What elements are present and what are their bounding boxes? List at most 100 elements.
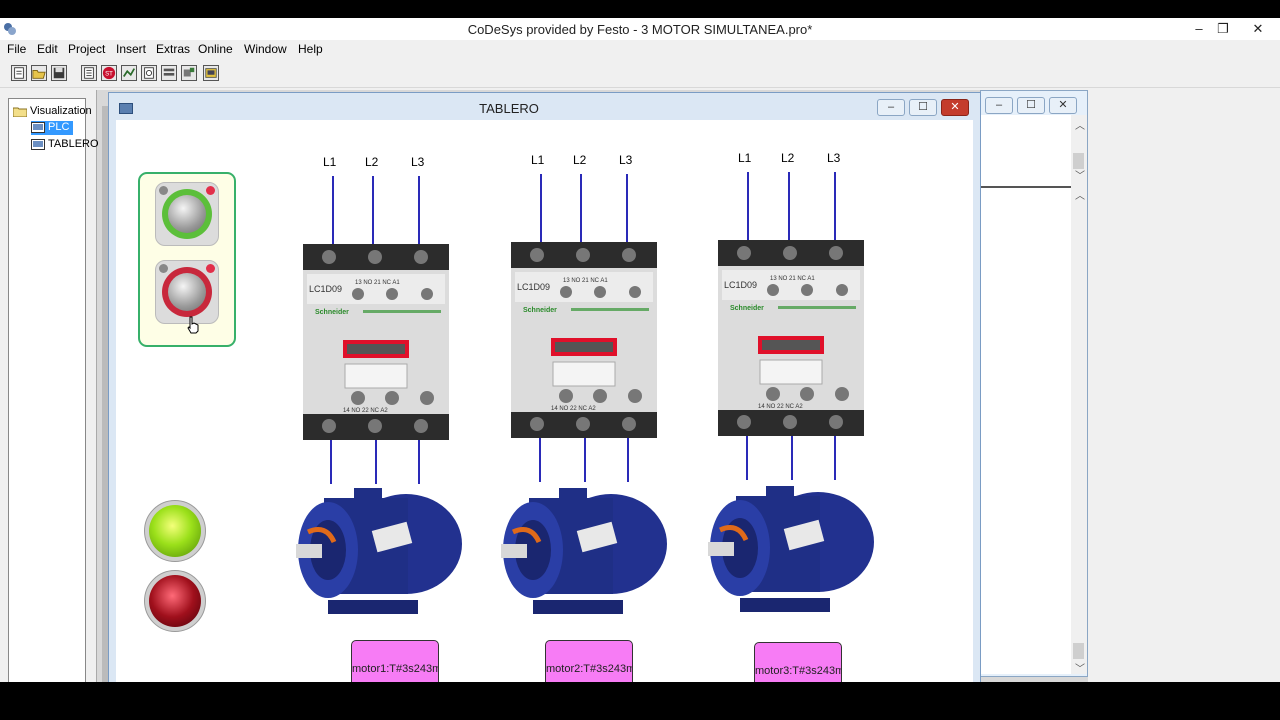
wire-l1 xyxy=(332,176,334,246)
taskbar-area xyxy=(0,682,1280,720)
tree-folder-visualization[interactable]: Visualization xyxy=(13,105,92,119)
menu-extras[interactable]: Extras xyxy=(156,42,190,56)
breakpoint-icon[interactable] xyxy=(161,65,177,81)
wire-t3 xyxy=(627,432,629,482)
save-icon[interactable] xyxy=(51,65,67,81)
wire-l1 xyxy=(747,172,749,242)
bgwin-vertical-scrollbar[interactable]: ︿ ﹀ ︿ ﹀ xyxy=(1071,115,1087,675)
terminal-labels-bottom: 14 NO 22 NC A2 xyxy=(551,406,596,412)
green-bulb xyxy=(149,505,201,557)
folder-icon xyxy=(13,107,27,117)
new-icon[interactable] xyxy=(11,65,27,81)
wire-t3 xyxy=(418,434,420,484)
codesys-app: CoDeSys provided by Festo - 3 MOTOR SIMU… xyxy=(0,18,1280,700)
title-bar: CoDeSys provided by Festo - 3 MOTOR SIMU… xyxy=(0,18,1280,40)
background-window: – ☐ ✕ ︿ ﹀ ︿ ﹀ xyxy=(980,90,1088,677)
svg-text:ST: ST xyxy=(105,71,113,78)
tablero-minimize-button[interactable]: – xyxy=(877,99,905,116)
contactor-1: LC1D09 13 NO 21 NC A1 Schneider 14 NO 22… xyxy=(303,244,449,440)
wire-l3 xyxy=(418,176,420,246)
phase-label: L2 xyxy=(781,151,795,165)
visualization-icon xyxy=(31,138,45,150)
timer-label: motor1:T#3s243m xyxy=(352,663,439,675)
screw-icon xyxy=(159,264,168,273)
brand-label: Schneider xyxy=(315,309,349,316)
terminal-labels-top: 13 NO 21 NC A1 xyxy=(770,276,815,282)
tree-root-label: Visualization xyxy=(30,105,92,117)
phase-label: L1 xyxy=(323,155,337,169)
bgwin-divider xyxy=(981,186,1071,188)
timer-label: motor2:T#3s243m xyxy=(546,663,633,675)
scroll-up-icon[interactable]: ︿ xyxy=(1075,187,1085,202)
indicator-dot-icon xyxy=(206,186,215,195)
wire-l1 xyxy=(540,174,542,244)
button-cap xyxy=(168,273,206,311)
tree-item-label: TABLERO xyxy=(48,138,99,150)
scroll-up-icon[interactable]: ︿ xyxy=(1075,117,1085,132)
toolbar: ST xyxy=(0,58,1280,88)
menu-help[interactable]: Help xyxy=(298,42,323,56)
wire-l2 xyxy=(372,176,374,246)
menu-online[interactable]: Online xyxy=(198,42,233,56)
wire-t2 xyxy=(584,432,586,482)
visualization-icon xyxy=(31,121,45,133)
phase-label: L3 xyxy=(827,151,841,165)
monitor-icon[interactable] xyxy=(203,65,219,81)
run-icon[interactable] xyxy=(121,65,137,81)
terminal-labels-top: 13 NO 21 NC A1 xyxy=(563,278,608,284)
timer-label: motor3:T#3s243m xyxy=(755,665,842,677)
close-button[interactable]: ✕ xyxy=(1242,18,1274,40)
wire-t1 xyxy=(746,430,748,480)
stop-lamp xyxy=(144,570,206,632)
menu-file[interactable]: File xyxy=(7,42,26,56)
indicator-dot-icon xyxy=(206,264,215,273)
tablero-maximize-button[interactable]: ☐ xyxy=(909,99,937,116)
menu-window[interactable]: Window xyxy=(244,42,287,56)
bgwin-minimize-button[interactable]: – xyxy=(985,97,1013,114)
wire-l3 xyxy=(626,174,628,244)
scroll-down-icon[interactable]: ﹀ xyxy=(1075,660,1085,675)
brand-label: Schneider xyxy=(730,305,764,312)
tree-item-plc[interactable]: PLC xyxy=(31,121,74,135)
bgwin-close-button[interactable]: ✕ xyxy=(1049,97,1077,114)
wire-t3 xyxy=(834,430,836,480)
tree-item-tablero[interactable]: TABLERO xyxy=(31,138,99,152)
terminal-labels-bottom: 14 NO 22 NC A2 xyxy=(343,408,388,414)
stop-button[interactable] xyxy=(155,260,219,324)
scroll-down-icon[interactable]: ﹀ xyxy=(1075,167,1085,182)
button-cap xyxy=(168,195,206,233)
stop-icon[interactable]: ST xyxy=(101,65,117,81)
tablero-close-button[interactable]: ✕ xyxy=(941,99,969,116)
bgwin-content xyxy=(981,115,1085,674)
open-icon[interactable] xyxy=(31,65,47,81)
restore-button[interactable]: ❐ xyxy=(1207,18,1239,40)
menu-insert[interactable]: Insert xyxy=(116,42,146,56)
phase-label: L3 xyxy=(411,155,425,169)
terminal-labels-top: 13 NO 21 NC A1 xyxy=(355,280,400,286)
start-button[interactable] xyxy=(155,182,219,246)
contactor-model: LC1D09 xyxy=(724,280,757,290)
screw-icon xyxy=(159,186,168,195)
terminal-labels-bottom: 14 NO 22 NC A2 xyxy=(758,404,803,410)
single-cycle-icon[interactable] xyxy=(141,65,157,81)
phase-label: L1 xyxy=(531,153,545,167)
login-icon[interactable] xyxy=(81,65,97,81)
wire-l3 xyxy=(834,172,836,242)
motor-1 xyxy=(294,484,462,626)
phase-label: L1 xyxy=(738,151,752,165)
wire-t1 xyxy=(539,432,541,482)
bgwin-maximize-button[interactable]: ☐ xyxy=(1017,97,1045,114)
phase-label: L2 xyxy=(573,153,587,167)
scroll-thumb[interactable] xyxy=(1073,643,1084,659)
menu-bar: File Edit Project Insert Extras Online W… xyxy=(0,40,1280,58)
step-icon[interactable] xyxy=(181,65,197,81)
contactor-2: LC1D09 13 NO 21 NC A1 Schneider 14 NO 22… xyxy=(511,242,657,438)
object-tree: Visualization PLC TABLERO < > xyxy=(8,98,99,700)
wire-l2 xyxy=(580,174,582,244)
menu-project[interactable]: Project xyxy=(68,42,105,56)
window-title: CoDeSys provided by Festo - 3 MOTOR SIMU… xyxy=(467,22,813,37)
phase-label: L3 xyxy=(619,153,633,167)
visualization-canvas: L1 L2 L3 L1 L2 L3 L1 L2 L3 LC1D09 13 NO … xyxy=(116,120,973,700)
menu-edit[interactable]: Edit xyxy=(37,42,58,56)
wire-l2 xyxy=(788,172,790,242)
